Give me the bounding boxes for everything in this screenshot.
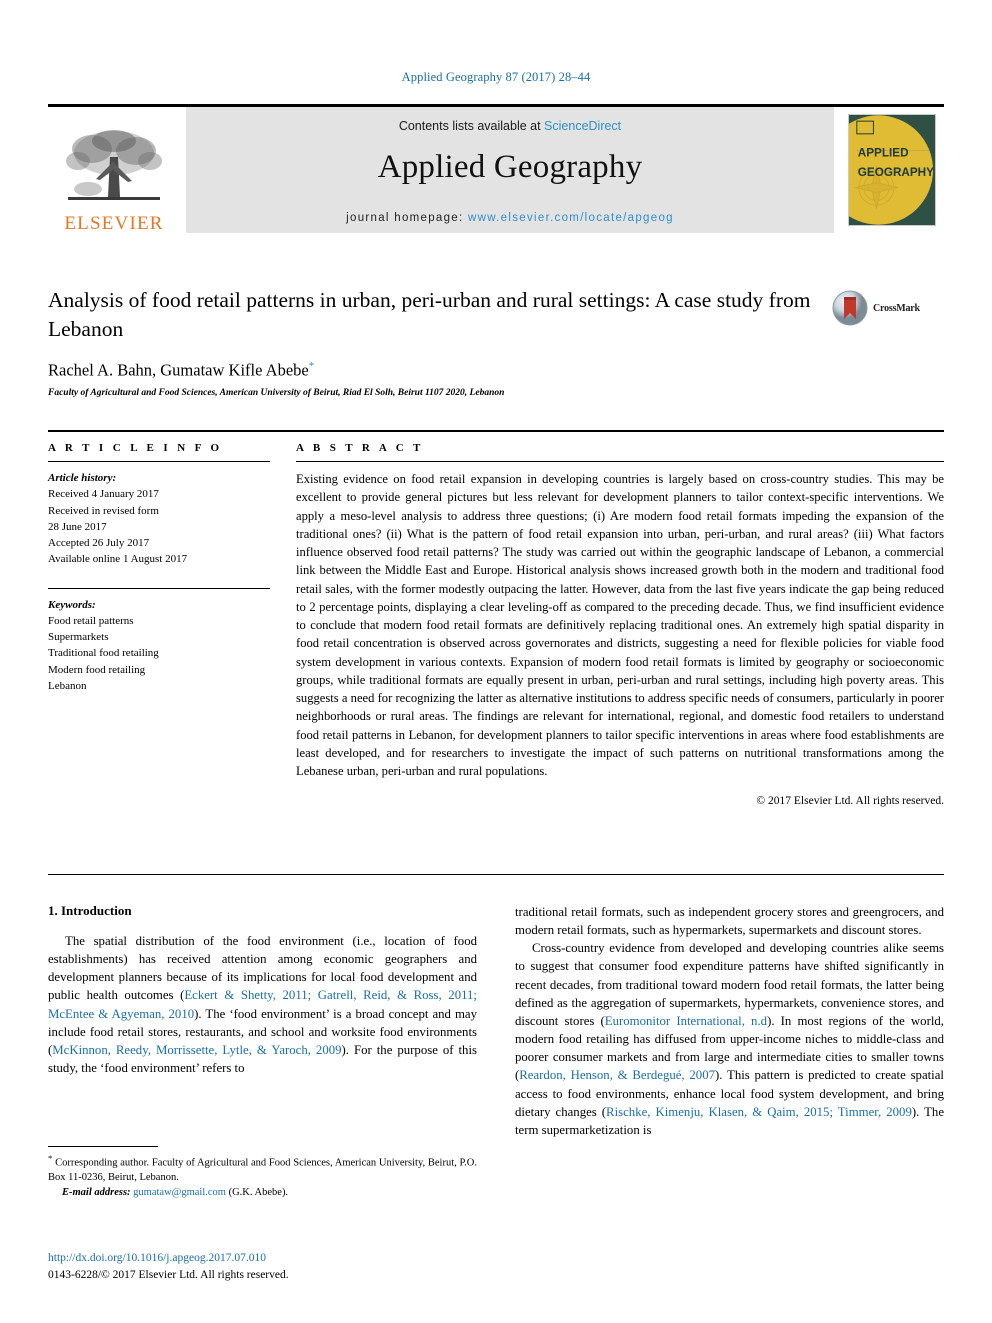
abstract-heading: A B S T R A C T <box>296 442 424 454</box>
article-info-column: A R T I C L E I N F O Article history: R… <box>48 442 296 807</box>
article-info-heading: A R T I C L E I N F O <box>48 442 223 454</box>
abstract-text: Existing evidence on food retail expansi… <box>296 472 944 778</box>
svg-text:APPLIED: APPLIED <box>858 146 909 159</box>
footnote-text: Corresponding author. Faculty of Agricul… <box>48 1157 477 1184</box>
elsevier-logo: ELSEVIER <box>48 107 180 233</box>
crossmark-icon <box>832 290 868 326</box>
paper-page: Applied Geography 87 (2017) 28–44 ELSEVI… <box>0 0 992 1323</box>
divider-below-abstract <box>48 874 944 875</box>
paragraph: The spatial distribution of the food env… <box>48 932 477 1077</box>
abstract-column: A B S T R A C T Existing evidence on foo… <box>296 442 944 807</box>
elsevier-tree-icon <box>66 130 162 200</box>
corresponding-author-note: * Corresponding author. Faculty of Agric… <box>48 1152 477 1186</box>
doi-link[interactable]: http://dx.doi.org/10.1016/j.apgeog.2017.… <box>48 1250 477 1267</box>
keyword-item: Lebanon <box>48 679 87 692</box>
article-history-item: Accepted 26 July 2017 <box>48 537 150 550</box>
cover-artwork-icon: APPLIED GEOGRAPHY <box>849 115 935 225</box>
section-heading-introduction: 1. Introduction <box>48 903 132 918</box>
paragraph: Cross-country evidence from developed an… <box>515 939 944 1139</box>
citation-link[interactable]: Rischke, Kimenju, Klasen, & Qaim, 2015; … <box>606 1105 912 1119</box>
keywords-rule <box>48 587 270 589</box>
author-names: Rachel A. Bahn, Gumataw Kifle Abebe <box>48 360 309 380</box>
footnote-block: * Corresponding author. Faculty of Agric… <box>48 1146 477 1201</box>
left-column: 1. Introduction The spatial distribution… <box>48 903 477 1139</box>
right-column: traditional retail formats, such as inde… <box>515 903 944 1139</box>
footer-block: http://dx.doi.org/10.1016/j.apgeog.2017.… <box>48 1250 477 1283</box>
keywords-label: Keywords: <box>48 598 96 611</box>
keyword-item: Traditional food retailing <box>48 647 159 660</box>
running-head: Applied Geography 87 (2017) 28–44 <box>401 70 591 84</box>
affiliation: Faculty of Agricultural and Food Science… <box>48 387 505 398</box>
homepage-prefix: journal homepage: <box>346 212 468 224</box>
article-history-label: Article history: <box>48 472 117 484</box>
contents-list-line: Contents lists available at ScienceDirec… <box>399 119 621 133</box>
citation-link[interactable]: McKinnon, Reedy, Morrissette, Lytle, & Y… <box>52 1043 341 1057</box>
article-history-item: Received 4 January 2017 <box>48 488 159 501</box>
abstract-copyright: © 2017 Elsevier Ltd. All rights reserved… <box>756 795 944 808</box>
crossmark-badge[interactable]: CrossMark <box>832 288 944 328</box>
email-owner: (G.K. Abebe). <box>228 1186 289 1198</box>
title-block: Analysis of food retail patterns in urba… <box>48 286 944 398</box>
elsevier-wordmark: ELSEVIER <box>64 213 164 234</box>
footnote-marker: * <box>48 1153 53 1163</box>
divider-above-abstract <box>48 430 944 432</box>
page-title: Analysis of food retail patterns in urba… <box>48 288 811 342</box>
journal-homepage-line: journal homepage: www.elsevier.com/locat… <box>186 212 834 224</box>
issn-copyright: 0143-6228/© 2017 Elsevier Ltd. All right… <box>48 1268 289 1281</box>
author-list: Rachel A. Bahn, Gumataw Kifle Abebe* <box>48 360 944 381</box>
citation-link[interactable]: Euromonitor International, n.d <box>605 1014 767 1028</box>
article-history-item: Received in revised form <box>48 504 159 517</box>
citation-link[interactable]: Reardon, Henson, & Berdegué, 2007 <box>519 1068 715 1082</box>
keyword-item: Modern food retailing <box>48 663 146 676</box>
homepage-url-link[interactable]: www.elsevier.com/locate/apgeog <box>468 212 674 224</box>
cover-image: APPLIED GEOGRAPHY <box>848 114 936 226</box>
body-columns: 1. Introduction The spatial distribution… <box>48 903 944 1139</box>
article-history-item: 28 June 2017 <box>48 520 107 533</box>
keyword-item: Supermarkets <box>48 631 109 644</box>
article-info-rule <box>48 461 270 462</box>
sciencedirect-link[interactable]: ScienceDirect <box>544 119 621 133</box>
info-abstract-section: A R T I C L E I N F O Article history: R… <box>48 442 944 807</box>
keyword-item: Food retail patterns <box>48 614 134 627</box>
journal-header-band: Contents lists available at ScienceDirec… <box>186 107 834 233</box>
paragraph: traditional retail formats, such as inde… <box>515 905 944 938</box>
journal-cover-thumbnail: APPLIED GEOGRAPHY <box>840 107 944 233</box>
email-label: E-mail address: <box>62 1186 131 1198</box>
svg-text:GEOGRAPHY: GEOGRAPHY <box>858 166 934 179</box>
article-history-item: Available online 1 August 2017 <box>48 553 188 566</box>
abstract-rule <box>296 461 944 462</box>
email-link[interactable]: gumataw@gmail.com <box>133 1187 226 1198</box>
contents-prefix: Contents lists available at <box>398 119 545 133</box>
crossmark-label: CrossMark <box>873 302 920 314</box>
email-note: E-mail address: gumataw@gmail.com (G.K. … <box>48 1186 477 1201</box>
corresponding-author-marker: * <box>308 360 315 373</box>
journal-title: Applied Geography <box>377 149 643 185</box>
journal-masthead: ELSEVIER Contents lists available at Sci… <box>48 104 944 233</box>
footnote-rule <box>48 1146 158 1147</box>
